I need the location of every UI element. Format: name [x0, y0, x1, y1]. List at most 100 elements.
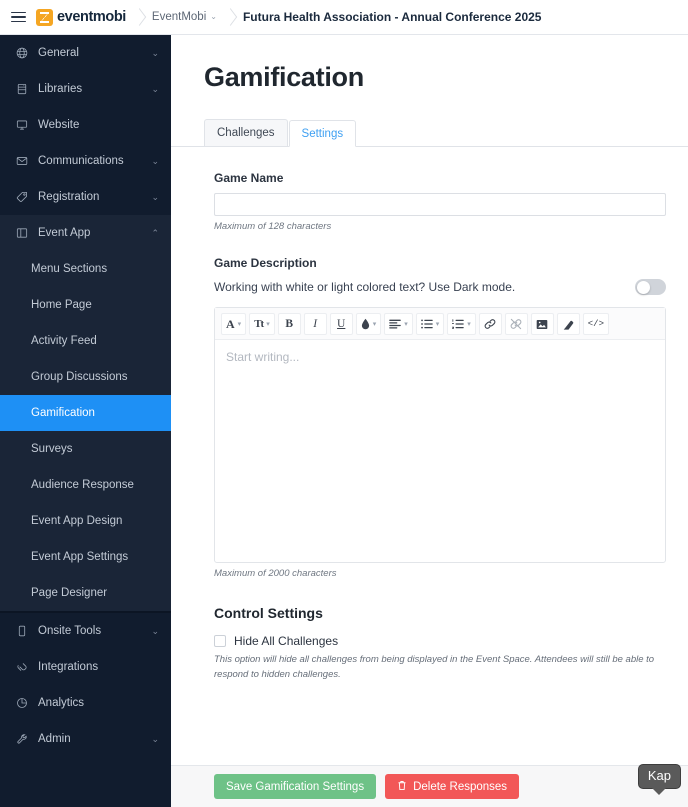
chevron-down-icon: ▾	[404, 320, 408, 328]
chevron-down-icon: ▾	[266, 320, 270, 328]
sidebar-item-general[interactable]: General ⌄	[0, 35, 171, 71]
library-icon	[16, 83, 34, 95]
breadcrumb-event[interactable]: Futura Health Association - Annual Confe…	[243, 10, 542, 24]
chevron-down-icon: ▾	[467, 320, 471, 328]
sidebar: General ⌄ Libraries ⌄ Website Communicat…	[0, 35, 171, 807]
breadcrumb-org[interactable]: EventMobi ⌄	[152, 11, 217, 23]
save-gamification-settings-button[interactable]: Save Gamification Settings	[214, 774, 377, 799]
monitor-icon	[16, 119, 34, 131]
bullet-list-icon[interactable]: ▾	[415, 313, 445, 335]
hide-all-challenges-note: This option will hide all challenges fro…	[214, 654, 655, 681]
chevron-down-icon: ⌄	[151, 47, 159, 58]
event-app-submenu: Menu Sections Home Page Activity Feed Gr…	[0, 251, 171, 611]
image-icon[interactable]	[530, 313, 554, 335]
sidebar-item-analytics[interactable]: Analytics	[0, 685, 171, 721]
control-settings-title: Control Settings	[214, 605, 323, 621]
pie-chart-icon	[16, 697, 34, 709]
editor-text-area[interactable]: Start writing...	[215, 340, 665, 562]
game-description-hint: Maximum of 2000 characters	[214, 568, 337, 579]
delete-button-label: Delete Responses	[413, 780, 508, 793]
sidebar-item-menu-sections[interactable]: Menu Sections	[0, 251, 171, 287]
hamburger-icon[interactable]	[0, 0, 34, 35]
rich-text-editor: A ▾ Tt ▾ B I U ▾ ▾ ▾ ▾ </> Start writing…	[214, 307, 666, 563]
sidebar-item-label: Libraries	[38, 83, 83, 95]
kap-tooltip[interactable]: Kap	[637, 763, 681, 796]
tab-challenges[interactable]: Challenges	[204, 119, 288, 146]
sidebar-item-label: Event App	[38, 227, 91, 239]
top-bar: eventmobi EventMobi ⌄ Futura Health Asso…	[0, 0, 688, 35]
sidebar-item-label: Website	[38, 119, 80, 131]
code-view-icon[interactable]: </>	[582, 313, 609, 335]
settings-form: Game Name Maximum of 128 characters Game…	[171, 171, 688, 683]
align-icon[interactable]: ▾	[384, 313, 413, 335]
chevron-down-icon: ⌄	[151, 733, 159, 744]
hide-all-challenges-label: Hide All Challenges	[234, 634, 339, 648]
sidebar-item-onsite-tools[interactable]: Onsite Tools ⌄	[0, 613, 171, 649]
sidebar-item-communications[interactable]: Communications ⌄	[0, 143, 171, 179]
sidebar-item-libraries[interactable]: Libraries ⌄	[0, 71, 171, 107]
chevron-down-icon: ⌄	[151, 155, 159, 166]
app-icon	[16, 227, 34, 239]
chevron-down-icon: ▾	[435, 320, 440, 328]
sidebar-item-website[interactable]: Website	[0, 107, 171, 143]
breadcrumb-separator-2	[217, 0, 243, 35]
font-family-icon[interactable]: A ▾	[221, 313, 247, 335]
eventmobi-logo-text: eventmobi	[57, 9, 126, 25]
tag-icon	[16, 191, 34, 203]
game-description-label: Game Description	[214, 256, 317, 270]
chevron-down-icon: ⌄	[151, 83, 159, 94]
sidebar-item-gamification[interactable]: Gamification	[0, 395, 171, 431]
chevron-down-icon: ⌄	[151, 625, 159, 636]
sidebar-item-group-discussions[interactable]: Group Discussions	[0, 359, 171, 395]
game-name-hint: Maximum of 128 characters	[214, 221, 332, 232]
game-name-label: Game Name	[214, 171, 284, 185]
font-size-icon[interactable]: Tt ▾	[249, 313, 275, 335]
hide-all-challenges-checkbox[interactable]	[214, 635, 226, 647]
footer-action-bar: Save Gamification Settings Delete Respon…	[171, 765, 688, 807]
sidebar-item-registration[interactable]: Registration ⌄	[0, 179, 171, 215]
sidebar-item-admin[interactable]: Admin ⌄	[0, 721, 171, 757]
italic-icon[interactable]: I	[303, 313, 327, 335]
sidebar-item-home-page[interactable]: Home Page	[0, 287, 171, 323]
sidebar-item-label: Integrations	[38, 661, 99, 673]
eraser-icon[interactable]	[556, 313, 580, 335]
sidebar-item-page-designer[interactable]: Page Designer	[0, 575, 171, 611]
link-icon[interactable]	[478, 313, 502, 335]
plug-icon	[16, 661, 34, 673]
chevron-down-icon: ⌄	[151, 191, 159, 202]
hide-all-challenges-row: Hide All Challenges	[214, 634, 666, 648]
bold-icon[interactable]: B	[277, 313, 301, 335]
sidebar-item-label: Communications	[38, 155, 124, 167]
breadcrumb-org-label: EventMobi	[151, 11, 207, 23]
globe-icon	[16, 47, 34, 59]
wrench-icon	[16, 733, 34, 745]
tab-settings[interactable]: Settings	[288, 120, 357, 147]
text-color-icon[interactable]: ▾	[355, 313, 382, 335]
eventmobi-logo[interactable]: eventmobi	[34, 8, 126, 26]
sidebar-item-activity-feed[interactable]: Activity Feed	[0, 323, 171, 359]
chevron-down-icon: ▾	[372, 320, 377, 328]
sidebar-item-label: Admin	[38, 733, 71, 745]
numbered-list-icon[interactable]: ▾	[447, 313, 476, 335]
mobile-icon	[16, 625, 34, 637]
eventmobi-logo-icon	[36, 8, 53, 26]
unlink-icon[interactable]	[504, 313, 528, 335]
game-name-input[interactable]	[214, 193, 666, 216]
sidebar-item-event-app-design[interactable]: Event App Design	[0, 503, 171, 539]
sidebar-item-label: Registration	[38, 191, 100, 203]
sidebar-item-integrations[interactable]: Integrations	[0, 649, 171, 685]
tab-bar: Challenges Settings	[171, 119, 688, 147]
chevron-up-icon: ⌃	[151, 227, 159, 238]
save-button-label: Save Gamification Settings	[226, 780, 365, 793]
delete-responses-button[interactable]: Delete Responses	[385, 774, 520, 799]
dark-mode-toggle[interactable]	[635, 279, 666, 295]
sidebar-item-label: Analytics	[38, 697, 85, 709]
underline-icon[interactable]: U	[329, 313, 353, 335]
sidebar-item-surveys[interactable]: Surveys	[0, 431, 171, 467]
sidebar-item-audience-response[interactable]: Audience Response	[0, 467, 171, 503]
trash-icon	[397, 780, 407, 794]
sidebar-item-event-app[interactable]: Event App ⌃	[0, 215, 171, 251]
editor-toolbar: A ▾ Tt ▾ B I U ▾ ▾ ▾ ▾ </>	[215, 308, 665, 340]
sidebar-item-event-app-settings[interactable]: Event App Settings	[0, 539, 171, 575]
breadcrumb-separator-1	[126, 0, 152, 35]
